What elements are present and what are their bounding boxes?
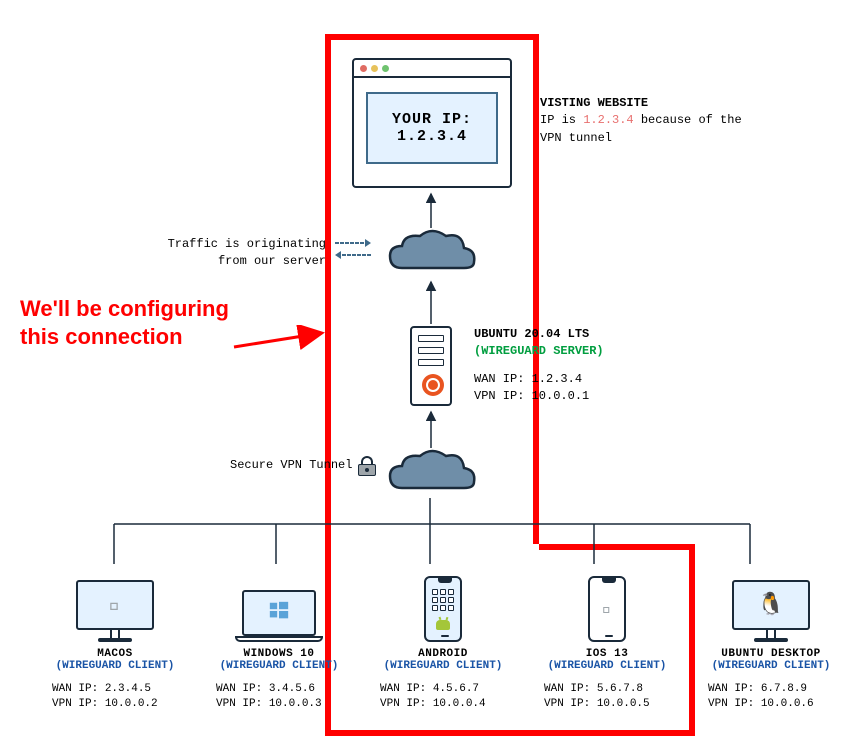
cloud-vpn-icon xyxy=(382,448,482,496)
device-vpn: VPN IP: 10.0.0.4 xyxy=(380,697,508,712)
browser-content: YOUR IP: 1.2.3.4 xyxy=(366,92,498,164)
browser-window: YOUR IP: 1.2.3.4 xyxy=(352,58,512,188)
apple-logo-icon:  xyxy=(602,600,612,618)
device-wan: WAN IP: 6.7.8.9 xyxy=(708,682,836,697)
device-name: IOS 13 xyxy=(586,648,629,660)
device-wan: WAN IP: 5.6.7.8 xyxy=(544,682,672,697)
device-macos:  MACOS (WIREGUARD CLIENT) WAN IP: 2.3.4… xyxy=(50,568,180,713)
laptop-icon xyxy=(235,590,323,642)
bidirectional-arrows xyxy=(335,239,371,259)
visiting-title: VISTING WEBSITE xyxy=(540,95,760,112)
server-role: (WIREGUARD SERVER) xyxy=(474,343,604,360)
arrow-up-1 xyxy=(424,190,438,230)
device-role: (WIREGUARD CLIENT) xyxy=(56,660,175,672)
windows-logo-icon xyxy=(268,600,290,626)
browser-ip-value: 1.2.3.4 xyxy=(397,128,467,145)
traffic-light-close-icon xyxy=(360,65,367,72)
app-grid-icon xyxy=(432,589,454,611)
device-wan: WAN IP: 4.5.6.7 xyxy=(380,682,508,697)
device-wan: WAN IP: 2.3.4.5 xyxy=(52,682,180,697)
browser-ip-label: YOUR IP: xyxy=(392,111,472,128)
device-wan: WAN IP: 3.4.5.6 xyxy=(216,682,344,697)
device-role: (WIREGUARD CLIENT) xyxy=(384,660,503,672)
imac-icon:  xyxy=(76,580,154,642)
device-role: (WIREGUARD CLIENT) xyxy=(548,660,667,672)
device-role: (WIREGUARD CLIENT) xyxy=(712,660,831,672)
device-role: (WIREGUARD CLIENT) xyxy=(220,660,339,672)
device-vpn: VPN IP: 10.0.0.2 xyxy=(52,697,180,712)
browser-titlebar xyxy=(354,60,510,78)
device-ios:  IOS 13 (WIREGUARD CLIENT) WAN IP: 5.6.… xyxy=(542,568,672,713)
fanout-connector xyxy=(90,496,770,572)
traffic-light-min-icon xyxy=(371,65,378,72)
server-vpn: VPN IP: 10.0.0.1 xyxy=(474,388,604,405)
visiting-text: IP is 1.2.3.4 because of the VPN tunnel xyxy=(540,112,760,147)
device-vpn: VPN IP: 10.0.0.3 xyxy=(216,697,344,712)
device-name: ANDROID xyxy=(418,648,468,660)
device-windows: WINDOWS 10 (WIREGUARD CLIENT) WAN IP: 3.… xyxy=(214,568,344,713)
server-icon xyxy=(410,326,452,406)
arrow-down-1 xyxy=(424,408,438,450)
traffic-label: Traffic is originating from our server xyxy=(156,236,326,271)
phone-icon:  xyxy=(588,576,626,642)
server-info: UBUNTU 20.04 LTS (WIREGUARD SERVER) WAN … xyxy=(474,326,604,406)
cloud-internet-icon xyxy=(382,228,482,276)
device-vpn: VPN IP: 10.0.0.6 xyxy=(708,697,836,712)
android-logo-icon xyxy=(436,620,450,630)
server-wan: WAN IP: 1.2.3.4 xyxy=(474,371,604,388)
device-name: WINDOWS 10 xyxy=(243,648,314,660)
ubuntu-logo-icon xyxy=(422,374,444,396)
traffic-light-max-icon xyxy=(382,65,389,72)
vpn-tunnel-label-block: Secure VPN Tunnel xyxy=(230,456,376,476)
device-name: MACOS xyxy=(97,648,133,660)
arrow-up-2 xyxy=(424,278,438,326)
device-name: UBUNTU DESKTOP xyxy=(721,648,820,660)
visiting-ip: 1.2.3.4 xyxy=(583,113,633,127)
device-android: ANDROID (WIREGUARD CLIENT) WAN IP: 4.5.6… xyxy=(378,568,508,713)
imac-icon: 🐧 xyxy=(732,580,810,642)
vpn-tunnel-label: Secure VPN Tunnel xyxy=(230,457,352,474)
apple-logo-icon:  xyxy=(109,594,121,617)
phone-icon xyxy=(424,576,462,642)
callout-arrow xyxy=(230,325,330,365)
device-vpn: VPN IP: 10.0.0.5 xyxy=(544,697,672,712)
arrow-left-icon xyxy=(335,251,371,259)
arrow-right-icon xyxy=(335,239,371,247)
callout-text: We'll be configuring this connection xyxy=(20,295,229,350)
device-ubuntu: 🐧 UBUNTU DESKTOP (WIREGUARD CLIENT) WAN … xyxy=(706,568,836,713)
server-title: UBUNTU 20.04 LTS xyxy=(474,326,604,343)
tux-logo-icon: 🐧 xyxy=(757,592,784,618)
visiting-website-block: VISTING WEBSITE IP is 1.2.3.4 because of… xyxy=(540,95,760,147)
lock-icon xyxy=(358,456,376,476)
devices-row:  MACOS (WIREGUARD CLIENT) WAN IP: 2.3.4… xyxy=(50,568,836,713)
